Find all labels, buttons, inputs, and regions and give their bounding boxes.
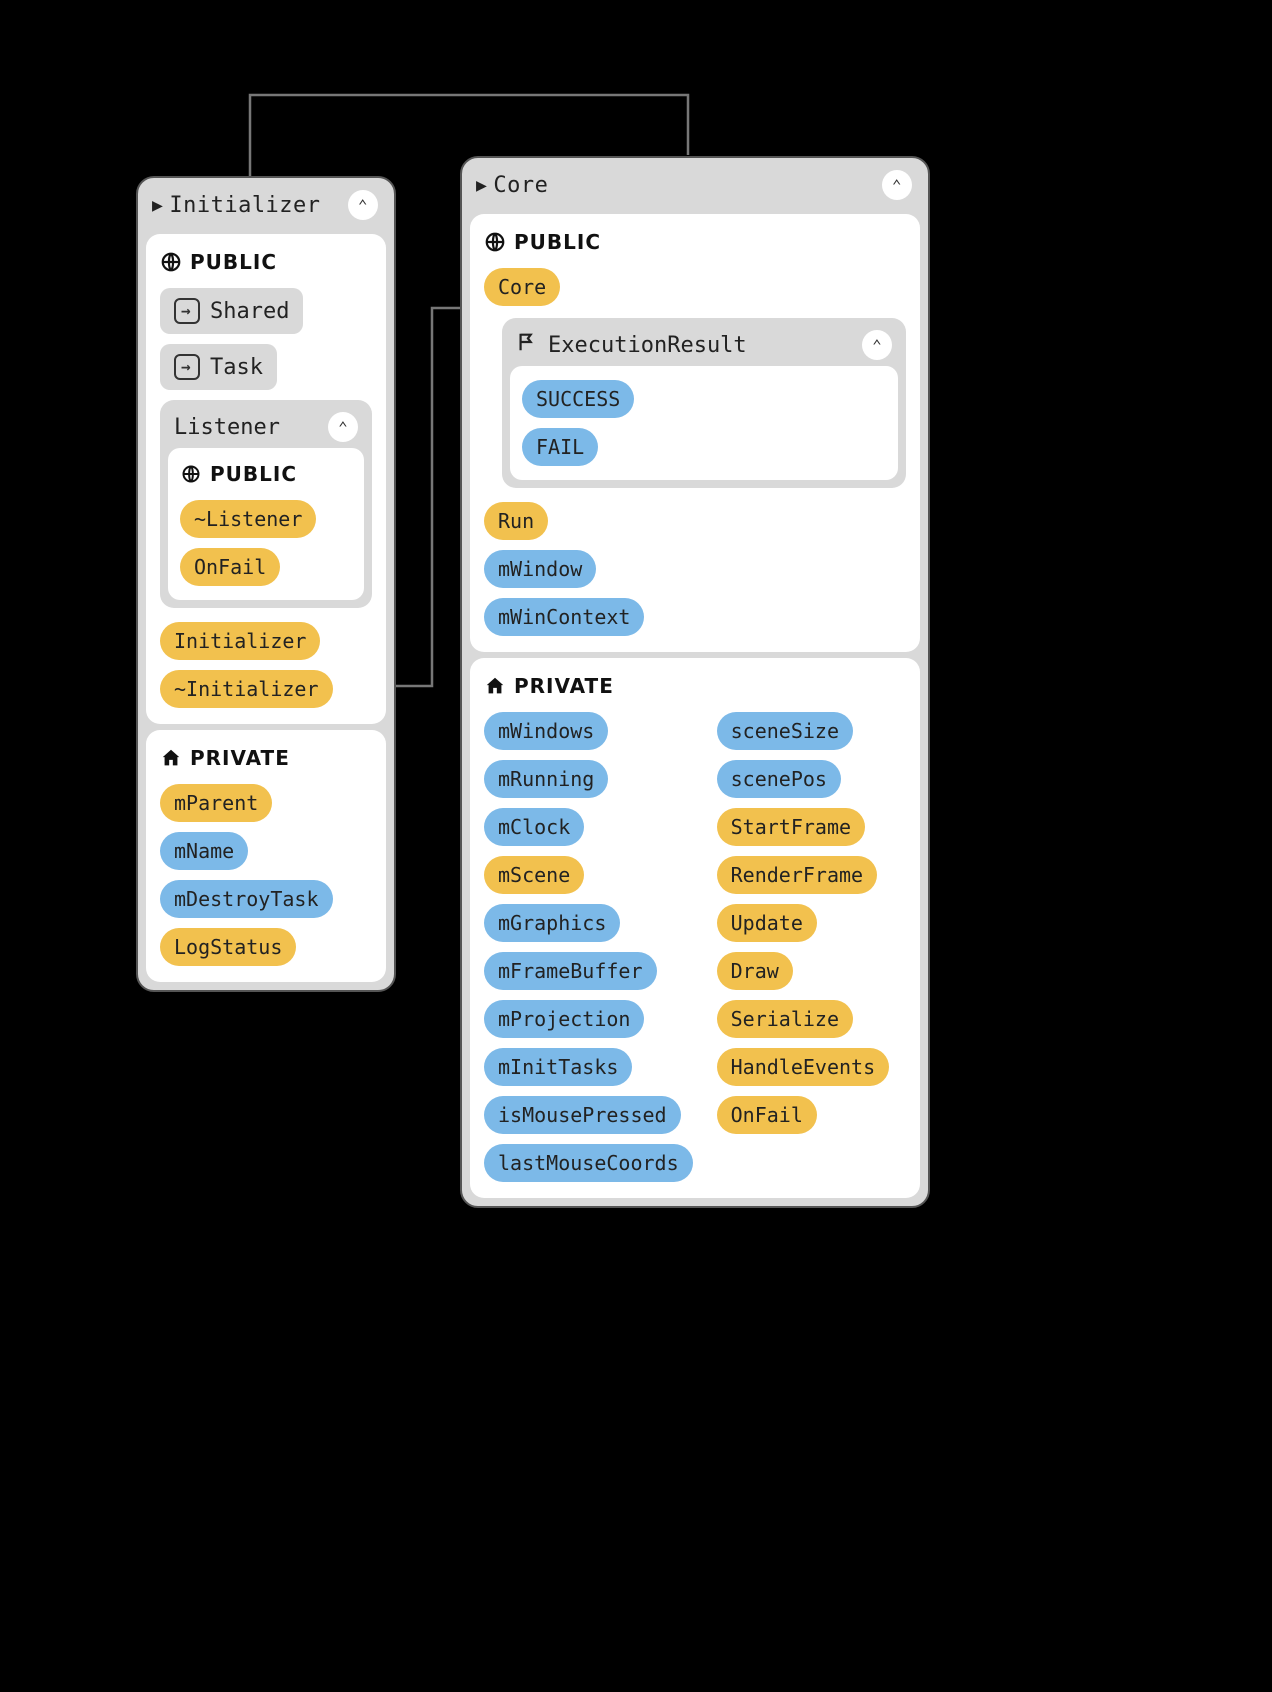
member-pill[interactable]: mWindows	[484, 712, 608, 750]
section-label: PUBLIC	[514, 230, 601, 254]
expand-arrow-icon: ▶	[476, 175, 487, 196]
class-header-core: ▶ Core ⌃	[470, 166, 920, 208]
member-pill[interactable]: OnFail	[180, 548, 280, 586]
member-pill[interactable]: FAIL	[522, 428, 598, 466]
member-pill[interactable]: mName	[160, 832, 248, 870]
nested-execution-result[interactable]: ExecutionResult ⌃ SUCCESS FAIL	[502, 318, 906, 488]
initializer-public-members: Initializer ~Initializer	[160, 622, 372, 708]
class-core[interactable]: ▶ Core ⌃ PUBLIC Core	[460, 156, 930, 1208]
nested-inner-listener: PUBLIC ~Listener OnFail	[168, 448, 364, 600]
member-pill[interactable]: lastMouseCoords	[484, 1144, 693, 1182]
section-header-public: PUBLIC	[484, 230, 906, 254]
member-pill[interactable]: mWindow	[484, 550, 596, 588]
diagram-canvas: ▶ Initializer ⌃ PUBLIC Shared	[0, 0, 1272, 1692]
class-initializer[interactable]: ▶ Initializer ⌃ PUBLIC Shared	[136, 176, 396, 992]
member-pill[interactable]: mRunning	[484, 760, 608, 798]
member-pill[interactable]: mClock	[484, 808, 584, 846]
member-pill[interactable]: Run	[484, 502, 548, 540]
member-pill[interactable]: OnFail	[717, 1096, 817, 1134]
member-pill[interactable]: mProjection	[484, 1000, 644, 1038]
section-header-public: PUBLIC	[180, 462, 352, 486]
section-private-initializer: PRIVATE mParent mName mDestroyTask LogStatu…	[146, 730, 386, 982]
exit-icon	[174, 298, 200, 324]
collapse-button[interactable]: ⌃	[882, 170, 912, 200]
nested-header-listener: Listener ⌃	[168, 408, 364, 448]
member-pill[interactable]: RenderFrame	[717, 856, 877, 894]
member-pill[interactable]: mParent	[160, 784, 272, 822]
section-header-private: PRIVATE	[484, 674, 906, 698]
section-public-initializer: PUBLIC Shared Task Listener ⌃	[146, 234, 386, 724]
globe-icon	[160, 251, 182, 273]
exit-icon	[174, 354, 200, 380]
section-label: PUBLIC	[190, 250, 277, 274]
home-icon	[160, 747, 182, 769]
flag-icon	[516, 331, 538, 359]
section-public-core: PUBLIC Core ExecutionResult ⌃	[470, 214, 920, 652]
member-pill[interactable]: ~Initializer	[160, 670, 333, 708]
core-private-grid: mWindows mRunning mClock mScene mGraphics mFr…	[484, 712, 906, 1182]
core-private-left: mWindows mRunning mClock mScene mGraphics mFr…	[484, 712, 693, 1182]
member-pill[interactable]: HandleEvents	[717, 1048, 890, 1086]
core-constructor-pill[interactable]: Core	[484, 268, 560, 306]
member-pill[interactable]: mScene	[484, 856, 584, 894]
section-header-public: PUBLIC	[160, 250, 372, 274]
expand-arrow-icon: ▶	[152, 195, 163, 216]
core-public-members: Run mWindow mWinContext	[484, 502, 906, 636]
member-pill[interactable]: mDestroyTask	[160, 880, 333, 918]
execution-result-members: SUCCESS FAIL	[522, 380, 886, 466]
task-button[interactable]: Task	[160, 344, 277, 390]
section-label: PRIVATE	[190, 746, 290, 770]
nested-inner-execution-result: SUCCESS FAIL	[510, 366, 898, 480]
shared-label: Shared	[210, 299, 289, 324]
member-pill[interactable]: mGraphics	[484, 904, 620, 942]
member-pill[interactable]: Initializer	[160, 622, 320, 660]
nested-title: Listener	[174, 415, 280, 440]
globe-icon	[180, 463, 202, 485]
task-label: Task	[210, 355, 263, 380]
shared-button[interactable]: Shared	[160, 288, 303, 334]
member-pill[interactable]: sceneSize	[717, 712, 853, 750]
home-icon	[484, 675, 506, 697]
class-title: Core	[493, 173, 548, 198]
nested-listener[interactable]: Listener ⌃ PUBLIC ~Listener	[160, 400, 372, 608]
section-header-private: PRIVATE	[160, 746, 372, 770]
initializer-private-members: mParent mName mDestroyTask LogStatus	[160, 784, 372, 966]
member-pill[interactable]: mInitTasks	[484, 1048, 632, 1086]
member-pill[interactable]: Update	[717, 904, 817, 942]
listener-members: ~Listener OnFail	[180, 500, 352, 586]
nested-title: ExecutionResult	[548, 333, 747, 358]
collapse-button[interactable]: ⌃	[328, 412, 358, 442]
core-private-right: sceneSize scenePos StartFrame RenderFrame Up…	[717, 712, 890, 1182]
member-pill[interactable]: scenePos	[717, 760, 841, 798]
collapse-button[interactable]: ⌃	[348, 190, 378, 220]
member-pill[interactable]: LogStatus	[160, 928, 296, 966]
globe-icon	[484, 231, 506, 253]
collapse-button[interactable]: ⌃	[862, 330, 892, 360]
member-pill[interactable]: mFrameBuffer	[484, 952, 657, 990]
section-private-core: PRIVATE mWindows mRunning mClock mScene mGra…	[470, 658, 920, 1198]
nested-header-execution-result: ExecutionResult ⌃	[510, 326, 898, 366]
section-label: PRIVATE	[514, 674, 614, 698]
member-pill[interactable]: Serialize	[717, 1000, 853, 1038]
member-pill[interactable]: isMousePressed	[484, 1096, 681, 1134]
member-pill[interactable]: mWinContext	[484, 598, 644, 636]
member-pill[interactable]: Draw	[717, 952, 793, 990]
member-pill[interactable]: SUCCESS	[522, 380, 634, 418]
member-pill[interactable]: ~Listener	[180, 500, 316, 538]
class-header-initializer: ▶ Initializer ⌃	[146, 186, 386, 228]
section-label: PUBLIC	[210, 462, 297, 486]
class-title: Initializer	[169, 193, 320, 218]
member-pill[interactable]: StartFrame	[717, 808, 865, 846]
